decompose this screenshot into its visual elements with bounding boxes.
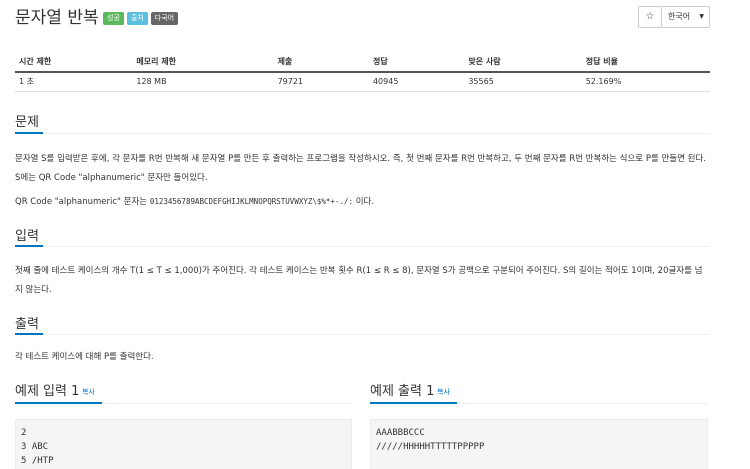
problem-description: 문자열 S를 입력받은 후에, 각 문자를 R번 반복해 새 문자열 P를 만든… <box>15 154 706 183</box>
problem-badges: 성공 출처 다국어 <box>103 12 179 25</box>
header-accept-ratio: 정답 비율 <box>581 52 710 73</box>
alphanumeric-charset: 0123456789ABCDEFGHIJKLMNOPQRSTUVWXYZ\$%*… <box>149 197 354 206</box>
sample-input-title: 예제 입력 1 <box>15 384 80 399</box>
badge-source[interactable]: 출처 <box>126 12 148 25</box>
star-icon: ☆ <box>645 11 655 22</box>
sample-input-line: 3 ABC <box>21 442 49 452</box>
value-solved-users: 35565 <box>464 72 582 92</box>
table-row: 1 초 128 MB 79721 40945 35565 52.169% <box>15 72 710 92</box>
problem-title: 문자열 반복 <box>15 8 99 28</box>
star-button[interactable]: ☆ <box>638 6 662 28</box>
section-heading-underline <box>15 333 43 335</box>
header-solved-users: 맞은 사람 <box>464 52 582 73</box>
badge-multilingual[interactable]: 다국어 <box>150 12 179 25</box>
alphanumeric-note-prefix: QR Code "alphanumeric" 문자는 <box>15 197 148 207</box>
sample-input-line: 5 /HTP <box>21 456 54 466</box>
copy-sample-input-button[interactable]: 복사 <box>82 387 95 397</box>
badge-success[interactable]: 성공 <box>103 12 124 25</box>
alphanumeric-note-suffix: 이다. <box>355 197 375 207</box>
problem-header: 문자열 반복 성공 출처 다국어 ☆ 한국어 ▼ <box>15 6 710 34</box>
value-memory-limit: 128 MB <box>132 72 274 92</box>
value-submissions: 79721 <box>273 72 369 92</box>
table-header-row: 시간 제한 메모리 제한 제출 정답 맞은 사람 정답 비율 <box>15 52 710 73</box>
section-heading-underline <box>15 245 43 247</box>
input-description: 첫째 줄에 테스트 케이스의 개수 T(1 ≤ T ≤ 1,000)가 주어진다… <box>15 266 703 295</box>
section-divider <box>15 334 710 335</box>
output-description: 각 테스트 케이스에 대해 P를 출력한다. <box>15 352 154 362</box>
sample-output-title: 예제 출력 1 <box>370 384 435 399</box>
alphanumeric-note: QR Code "alphanumeric" 문자는 0123456789ABC… <box>15 192 710 212</box>
sample-output-box[interactable]: AAABBBCCC /////HHHHHTTTTTPPPPP <box>370 419 708 469</box>
caret-down-icon: ▼ <box>699 13 704 20</box>
input-heading: 입력 <box>15 229 39 244</box>
value-accepted: 40945 <box>368 72 465 92</box>
value-accept-ratio: 52.169% <box>581 72 710 92</box>
language-dropdown[interactable]: 한국어 ▼ <box>662 6 710 28</box>
section-divider <box>15 246 710 247</box>
section-heading-underline <box>15 402 102 404</box>
section-heading-underline <box>15 132 43 134</box>
language-label: 한국어 <box>668 12 691 21</box>
output-heading: 출력 <box>15 317 39 332</box>
copy-sample-output-button[interactable]: 복사 <box>437 387 450 397</box>
sample-output-line: AAABBBCCC <box>376 428 425 438</box>
header-time-limit: 시간 제한 <box>15 52 133 73</box>
problem-info-table: 시간 제한 메모리 제한 제출 정답 맞은 사람 정답 비율 1 초 128 M… <box>15 52 710 92</box>
section-divider <box>15 133 710 134</box>
problem-heading: 문제 <box>15 115 39 130</box>
header-accepted: 정답 <box>368 52 465 73</box>
sample-input-box[interactable]: 2 3 ABC 5 /HTP <box>15 419 352 469</box>
header-submissions: 제출 <box>273 52 369 73</box>
sample-output-line: /////HHHHHTTTTTPPPPP <box>376 442 485 452</box>
value-time-limit: 1 초 <box>15 72 133 92</box>
header-memory-limit: 메모리 제한 <box>132 52 274 73</box>
section-heading-underline <box>370 402 457 404</box>
sample-input-line: 2 <box>21 428 27 438</box>
